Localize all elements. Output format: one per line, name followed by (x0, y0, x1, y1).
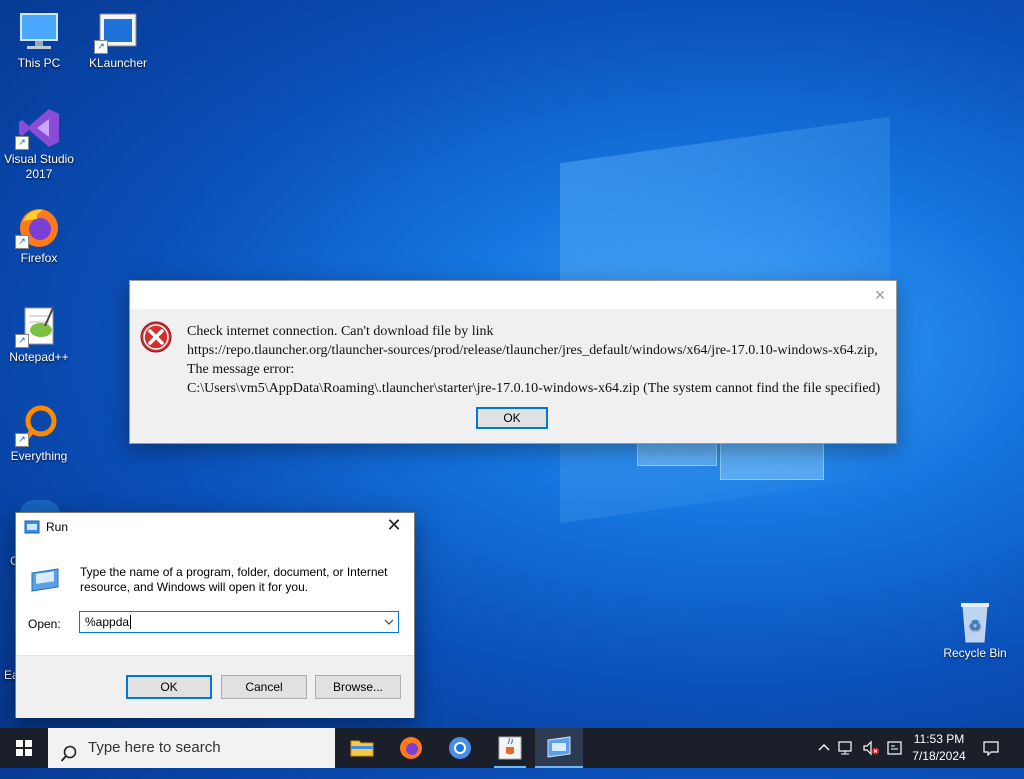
desktop-icon-recycle-bin[interactable]: ♻ Recycle Bin (936, 600, 1014, 661)
firefox-icon: ↗ (15, 205, 63, 249)
desktop-icon-label: Visual Studio 2017 (4, 152, 74, 181)
everything-search-icon: ↗ (15, 403, 63, 447)
desktop-icon-label: Recycle Bin (943, 646, 1007, 660)
taskbar-file-explorer[interactable] (338, 728, 386, 768)
open-input-value: %appda (85, 615, 130, 629)
run-title-icon (24, 520, 40, 537)
run-description: Type the name of a program, folder, docu… (80, 565, 388, 594)
taskbar-firefox[interactable] (387, 728, 435, 768)
svg-text:♻: ♻ (969, 618, 982, 634)
run-cancel-button[interactable]: Cancel (221, 675, 307, 699)
taskbar: Type here to search 11:53 PM 7/18/2024 (0, 728, 1024, 768)
desktop-icon-klauncher[interactable]: ↗ KLauncher (79, 10, 157, 71)
taskbar-run[interactable] (535, 728, 583, 768)
run-browse-button[interactable]: Browse... (315, 675, 401, 699)
desktop-icon-everything[interactable]: ↗ Everything (0, 403, 78, 464)
error-message: Check internet connection. Can't downloa… (187, 322, 892, 398)
notification-icon[interactable] (982, 740, 1000, 757)
search-icon (60, 739, 78, 779)
computer-icon (15, 10, 63, 54)
ime-icon[interactable] (886, 740, 904, 756)
taskbar-chrome[interactable] (436, 728, 484, 768)
java-icon (498, 736, 522, 760)
run-program-icon (28, 567, 62, 596)
start-button[interactable] (0, 728, 48, 768)
windows-logo-icon (16, 740, 32, 756)
chevron-up-icon[interactable] (815, 740, 833, 756)
run-ok-button[interactable]: OK (126, 675, 212, 699)
chevron-down-icon[interactable] (384, 612, 394, 639)
taskbar-search-box[interactable]: Type here to search (48, 728, 335, 768)
desktop-icon-firefox[interactable]: ↗ Firefox (0, 205, 78, 266)
close-icon[interactable]: × (870, 285, 890, 305)
error-dialog-titlebar: × (130, 281, 896, 309)
run-dialog-icon (547, 736, 571, 758)
chrome-icon (449, 737, 471, 759)
taskbar-clock[interactable]: 11:53 PM 7/18/2024 (904, 731, 974, 765)
notepad-plus-plus-icon: ↗ (15, 304, 63, 348)
shortcut-arrow-icon: ↗ (94, 40, 108, 54)
run-dialog-footer: OK Cancel Browse... (16, 655, 414, 718)
open-label: Open: (28, 617, 61, 631)
desktop-icon-this-pc[interactable]: This PC (0, 10, 78, 71)
shortcut-arrow-icon: ↗ (15, 433, 29, 447)
run-dialog-title: Run (46, 520, 69, 534)
visual-studio-icon: ↗ (15, 106, 63, 150)
desktop-icon-visual-studio[interactable]: ↗ Visual Studio 2017 (0, 106, 78, 182)
taskbar-java[interactable] (486, 728, 534, 768)
close-icon[interactable]: ✕ (384, 515, 404, 536)
desktop-icon-label: Everything (10, 449, 68, 463)
shortcut-arrow-icon: ↗ (15, 235, 29, 249)
desktop-icon-label: Notepad++ (9, 350, 69, 364)
shortcut-arrow-icon: ↗ (15, 334, 29, 348)
recycle-bin-icon: ♻ (951, 600, 999, 644)
desktop-icon-label: KLauncher (88, 56, 148, 70)
error-icon (140, 321, 172, 356)
clock-time: 11:53 PM (913, 732, 965, 746)
folder-icon (350, 740, 374, 757)
firefox-icon (400, 737, 422, 759)
desktop-icon-notepad-plus-plus[interactable]: ↗ Notepad++ (0, 304, 78, 365)
open-input[interactable]: %appda (79, 611, 399, 633)
shortcut-arrow-icon: ↗ (15, 136, 29, 150)
error-message-line: C:\Users\vm5\AppData\Roaming\.tlauncher\… (187, 381, 881, 396)
clock-date: 7/18/2024 (912, 749, 966, 763)
desktop-icon-label: Firefox (20, 251, 58, 265)
klauncher-icon: ↗ (94, 10, 142, 54)
volume-muted-icon[interactable] (862, 740, 880, 756)
network-icon[interactable] (838, 740, 856, 756)
run-dialog: Run ✕ Type the name of a program, folder… (15, 512, 415, 718)
error-message-line: Check internet connection. Can't downloa… (187, 324, 494, 339)
error-message-line: The message error: (187, 362, 295, 377)
error-ok-button[interactable]: OK (476, 407, 548, 429)
desktop-icon-label: This PC (17, 56, 61, 70)
error-dialog: × Check internet connection. Can't downl… (129, 280, 897, 444)
search-placeholder: Type here to search (88, 739, 221, 756)
error-message-line: https://repo.tlauncher.org/tlauncher-sou… (187, 343, 878, 358)
